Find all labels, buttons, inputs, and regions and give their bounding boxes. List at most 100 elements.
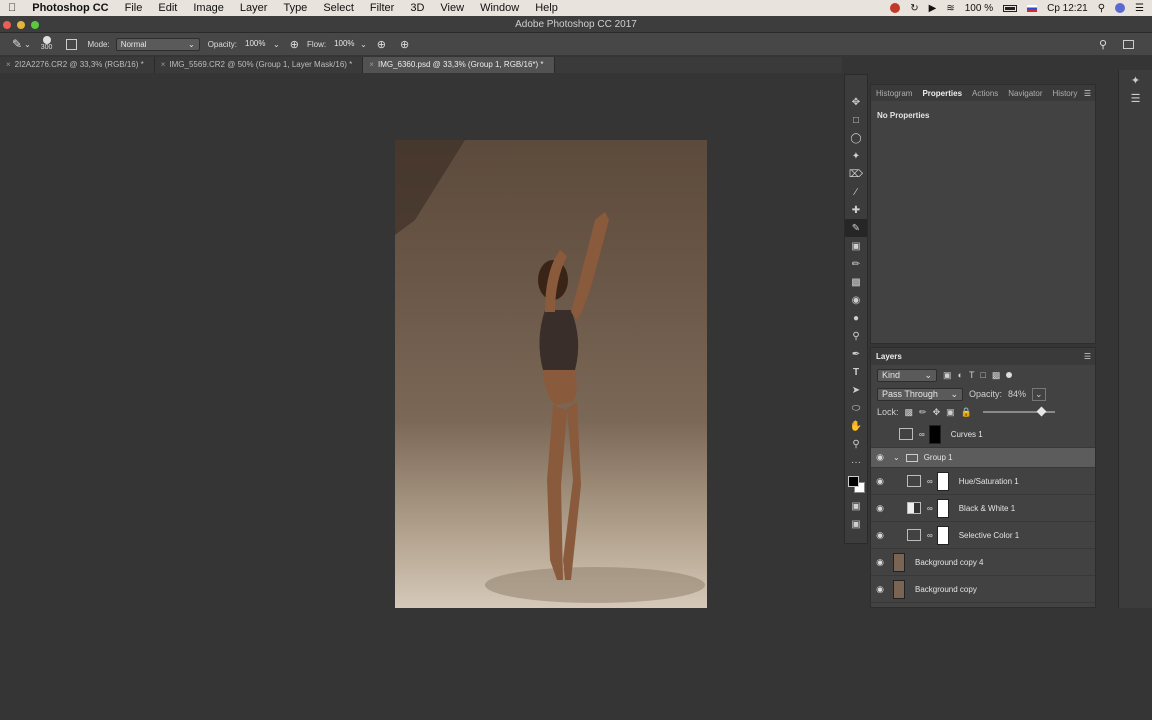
eye-icon[interactable]: ◉ <box>871 476 889 487</box>
app-menu[interactable]: Photoshop CC <box>24 0 116 16</box>
adjustments-icon[interactable]: ☰ <box>1129 92 1143 106</box>
layer-row-background-copy-4[interactable]: ◉ Background copy 4 <box>871 549 1095 576</box>
menu-filter[interactable]: Filter <box>362 0 402 16</box>
record-icon[interactable] <box>890 3 901 13</box>
filter-pixel-icon[interactable]: ▣ <box>943 370 952 381</box>
filter-shape-icon[interactable]: □ <box>980 370 985 380</box>
menu-3d[interactable]: 3D <box>402 0 432 16</box>
tab-doc-3[interactable]: × IMG_6360.psd @ 33,3% (Group 1, RGB/16*)… <box>363 57 555 73</box>
hand-tool-icon[interactable]: ✋ <box>845 417 867 435</box>
layer-mask-thumbnail[interactable] <box>936 525 949 545</box>
panel-menu-icon[interactable]: ☰ <box>1084 352 1091 361</box>
menu-select[interactable]: Select <box>315 0 362 16</box>
eraser-tool-icon[interactable]: ▩ <box>845 273 867 291</box>
move-tool-icon[interactable]: ✥ <box>845 93 867 111</box>
screen-mode-icon[interactable]: ▣ <box>845 515 867 533</box>
tab-history[interactable]: History <box>1048 89 1083 98</box>
panel-menu-icon[interactable]: ☰ <box>1084 89 1091 98</box>
spotlight-icon[interactable]: ⚲ <box>1098 3 1105 14</box>
chevron-down-icon[interactable]: ⌄ <box>273 40 280 49</box>
stamp-tool-icon[interactable]: ▣ <box>845 237 867 255</box>
eye-icon[interactable]: ◉ <box>871 557 889 568</box>
tab-doc-1[interactable]: × 2I2A2276.CR2 @ 33,3% (RGB/16) * <box>0 57 155 73</box>
minimize-button[interactable] <box>17 21 25 29</box>
close-icon[interactable]: × <box>6 60 11 69</box>
menu-view[interactable]: View <box>432 0 472 16</box>
lock-pixels-icon[interactable]: ✏ <box>919 407 927 418</box>
menu-edit[interactable]: Edit <box>150 0 185 16</box>
blur-tool-icon[interactable]: ● <box>845 309 867 327</box>
menu-image[interactable]: Image <box>185 0 232 16</box>
search-icon[interactable]: ⚲ <box>1099 38 1107 51</box>
wifi-icon[interactable]: ≋ <box>946 3 954 14</box>
lock-position-icon[interactable]: ✥ <box>933 407 941 418</box>
history-brush-tool-icon[interactable]: ✏ <box>845 255 867 273</box>
more-tools-icon[interactable]: ··· <box>845 453 867 471</box>
airplay-icon[interactable]: ▶ <box>929 3 937 14</box>
path-select-tool-icon[interactable]: ➤ <box>845 381 867 399</box>
brush-panel-icon[interactable] <box>66 38 78 50</box>
layer-thumbnail[interactable] <box>893 579 905 599</box>
tab-navigator[interactable]: Navigator <box>1003 89 1047 98</box>
brush-preset[interactable]: 300 <box>41 36 52 52</box>
eye-icon[interactable]: ◉ <box>871 584 889 595</box>
chevron-down-icon[interactable]: ⌄ <box>24 40 31 49</box>
lock-transparency-icon[interactable]: ▩ <box>905 407 914 418</box>
color-swatches[interactable] <box>845 471 867 497</box>
close-icon[interactable]: × <box>369 60 374 69</box>
battery-label[interactable]: 100 % <box>965 3 993 14</box>
close-icon[interactable]: × <box>161 60 166 69</box>
type-tool-icon[interactable]: T <box>845 363 867 381</box>
tab-doc-2[interactable]: × IMG_5569.CR2 @ 50% (Group 1, Layer Mask… <box>155 57 364 73</box>
tab-histogram[interactable]: Histogram <box>871 89 917 98</box>
filter-kind-select[interactable]: Kind ⌄ <box>877 368 937 382</box>
layer-row-curves-1[interactable]: ∞ Curves 1 <box>871 421 1095 448</box>
flag-icon[interactable] <box>1027 4 1038 12</box>
siri-icon[interactable] <box>1115 3 1126 13</box>
chevron-down-icon[interactable]: ⌄ <box>360 40 367 49</box>
eye-icon[interactable]: ◉ <box>871 503 889 514</box>
shape-tool-icon[interactable]: ⬭ <box>845 399 867 417</box>
flow-field[interactable]: 100% <box>330 37 361 51</box>
clock[interactable]: Ср 12:21 <box>1047 3 1088 14</box>
pen-tool-icon[interactable]: ✒ <box>845 345 867 363</box>
brush-tool-icon[interactable]: ✎ <box>12 37 22 51</box>
link-icon[interactable]: ∞ <box>927 531 933 540</box>
blend-mode-select[interactable]: Pass Through ⌄ <box>877 387 963 401</box>
healing-tool-icon[interactable]: ✚ <box>845 201 867 219</box>
opacity-slider[interactable] <box>983 406 1055 417</box>
brush-tool-icon[interactable]: ✎ <box>845 219 867 237</box>
link-icon[interactable]: ∞ <box>927 477 933 486</box>
marquee-tool-icon[interactable]: □ <box>845 111 867 129</box>
tab-layers[interactable]: Layers <box>871 352 907 361</box>
battery-icon[interactable] <box>1003 4 1018 12</box>
chevron-down-icon[interactable]: ⌄ <box>893 453 900 462</box>
pressure-opacity-icon[interactable]: ⊕ <box>290 38 299 51</box>
layer-thumbnail[interactable] <box>893 552 905 572</box>
lock-all-icon[interactable]: 🔒 <box>961 407 972 418</box>
eye-icon[interactable]: ◉ <box>871 452 889 463</box>
zoom-button[interactable] <box>31 21 39 29</box>
lock-artboard-icon[interactable]: ▣ <box>946 407 955 418</box>
quick-select-tool-icon[interactable]: ✦ <box>845 147 867 165</box>
menu-window[interactable]: Window <box>472 0 527 16</box>
airbrush-icon[interactable]: ⊕ <box>377 38 386 51</box>
layer-opacity-value[interactable]: 84% <box>1008 389 1026 399</box>
workspace-icon[interactable] <box>1123 39 1134 49</box>
filter-smart-icon[interactable]: ▩ <box>992 370 1001 381</box>
sync-icon[interactable]: ↻ <box>910 3 918 14</box>
link-icon[interactable]: ∞ <box>927 504 933 513</box>
eyedropper-tool-icon[interactable]: ∕ <box>845 183 867 201</box>
apple-icon[interactable]:  <box>0 0 24 16</box>
close-button[interactable] <box>3 21 11 29</box>
filter-adjustment-icon[interactable]: ◐ <box>958 370 963 380</box>
paint-bucket-tool-icon[interactable]: ◉ <box>845 291 867 309</box>
opacity-slider-thumb[interactable] <box>1036 406 1047 417</box>
quick-mask-icon[interactable]: ▣ <box>845 497 867 515</box>
layer-row-hue-saturation-1[interactable]: ◉ ∞ Hue/Saturation 1 <box>871 468 1095 495</box>
opacity-field[interactable]: 100% <box>241 37 274 51</box>
libraries-icon[interactable]: ✦ <box>1129 74 1143 88</box>
document-canvas[interactable] <box>395 140 707 608</box>
menu-file[interactable]: File <box>117 0 151 16</box>
layer-row-group-1[interactable]: ◉ ⌄ Group 1 <box>871 448 1095 468</box>
